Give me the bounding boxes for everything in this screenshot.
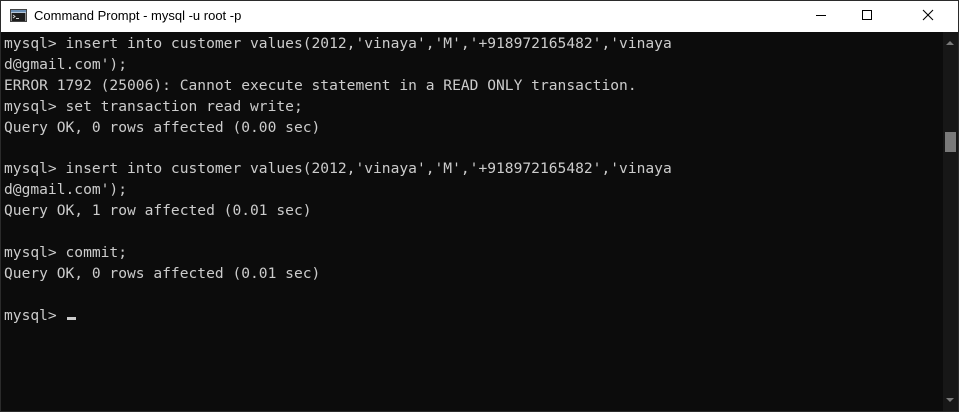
maximize-icon	[861, 8, 873, 26]
console-line: ERROR 1792 (25006): Cannot execute state…	[4, 76, 637, 94]
console-line: Query OK, 1 row affected (0.01 sec)	[4, 202, 312, 220]
console-line: mysql> insert into customer values(2012,…	[4, 35, 672, 52]
maximize-button[interactable]	[844, 1, 890, 32]
console-prompt-line[interactable]: mysql>	[4, 306, 943, 327]
scroll-up-arrow-icon[interactable]	[946, 41, 954, 45]
console-output[interactable]: mysql> insert into customer values(2012,…	[1, 32, 943, 411]
console-line: Query OK, 0 rows affected (0.00 sec)	[4, 118, 321, 136]
cmd-console-icon	[10, 9, 27, 22]
console-line: mysql> commit;	[4, 243, 128, 261]
window-title: Command Prompt - mysql -u root -p	[34, 8, 242, 23]
minimize-icon	[815, 8, 827, 26]
console-line: Query OK, 0 rows affected (0.01 sec)	[4, 264, 321, 282]
window-titlebar[interactable]: Command Prompt - mysql -u root -p	[1, 1, 958, 32]
scroll-down-arrow-icon[interactable]	[946, 398, 954, 402]
console-line: d@gmail.com');	[4, 181, 128, 199]
console-prompt: mysql>	[4, 306, 66, 324]
console-line: mysql> insert into customer values(2012,…	[4, 160, 672, 178]
close-icon	[922, 8, 934, 26]
console-line: mysql> set transaction read write;	[4, 97, 303, 115]
minimize-button[interactable]	[798, 1, 844, 32]
text-cursor	[66, 316, 76, 320]
command-prompt-window: Command Prompt - mysql -u root -p mysql>…	[0, 0, 959, 412]
scrollbar-thumb[interactable]	[945, 132, 956, 152]
console-line: d@gmail.com');	[4, 55, 128, 73]
close-button[interactable]	[898, 1, 958, 32]
vertical-scrollbar[interactable]	[943, 32, 958, 411]
